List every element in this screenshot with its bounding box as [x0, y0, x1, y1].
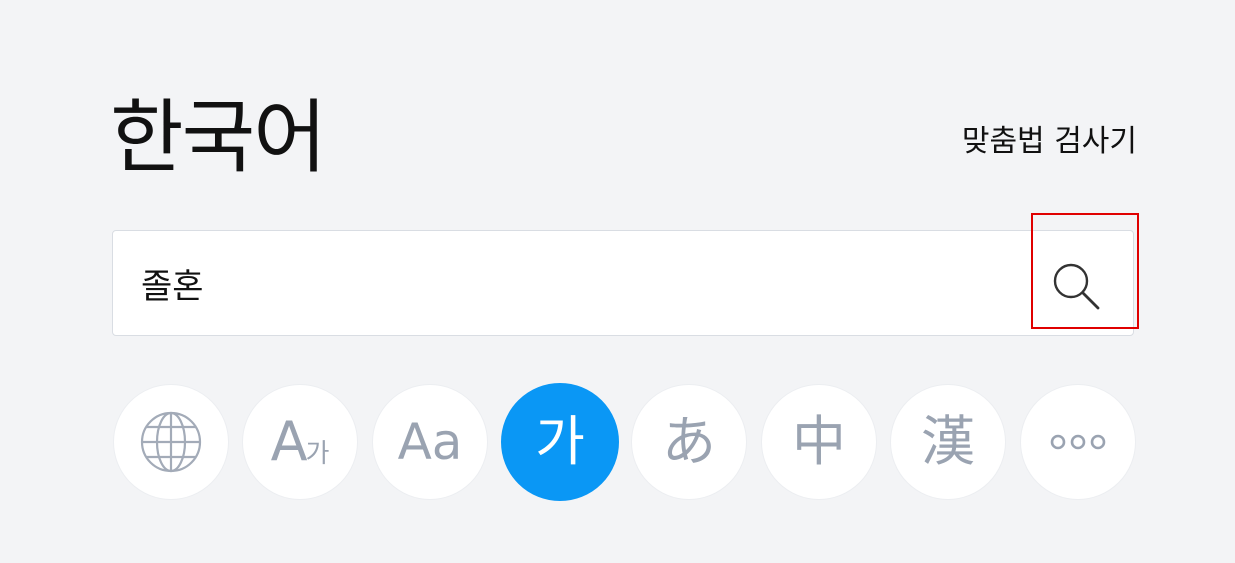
page-title: 한국어 — [110, 91, 327, 184]
lang-button-japanese[interactable]: あ — [631, 384, 747, 500]
english-label: Aa — [397, 413, 463, 471]
lang-button-english[interactable]: Aa — [372, 384, 488, 500]
search-icon — [1053, 263, 1100, 310]
chinese-label: 中 — [792, 410, 846, 473]
more-icon — [1050, 434, 1106, 450]
romanization-label: A — [270, 410, 308, 473]
hanja-label: 漢 — [921, 410, 975, 473]
japanese-label: あ — [662, 410, 716, 473]
lang-button-all[interactable] — [113, 384, 229, 500]
korean-label: 가 — [535, 410, 585, 473]
lang-button-romanization[interactable]: A 가 — [242, 384, 358, 500]
search-box — [112, 213, 1139, 336]
search-input[interactable] — [141, 231, 1021, 335]
romanization-sub-label: 가 — [305, 439, 330, 469]
lang-button-korean[interactable]: 가 — [501, 383, 619, 501]
spell-checker-link[interactable]: 맞춤법 검사기 — [962, 122, 1137, 162]
lang-button-chinese[interactable]: 中 — [761, 384, 877, 500]
search-button[interactable] — [1031, 213, 1139, 329]
globe-icon — [140, 411, 202, 473]
lang-button-hanja[interactable]: 漢 — [890, 384, 1006, 500]
lang-button-more[interactable] — [1020, 384, 1136, 500]
